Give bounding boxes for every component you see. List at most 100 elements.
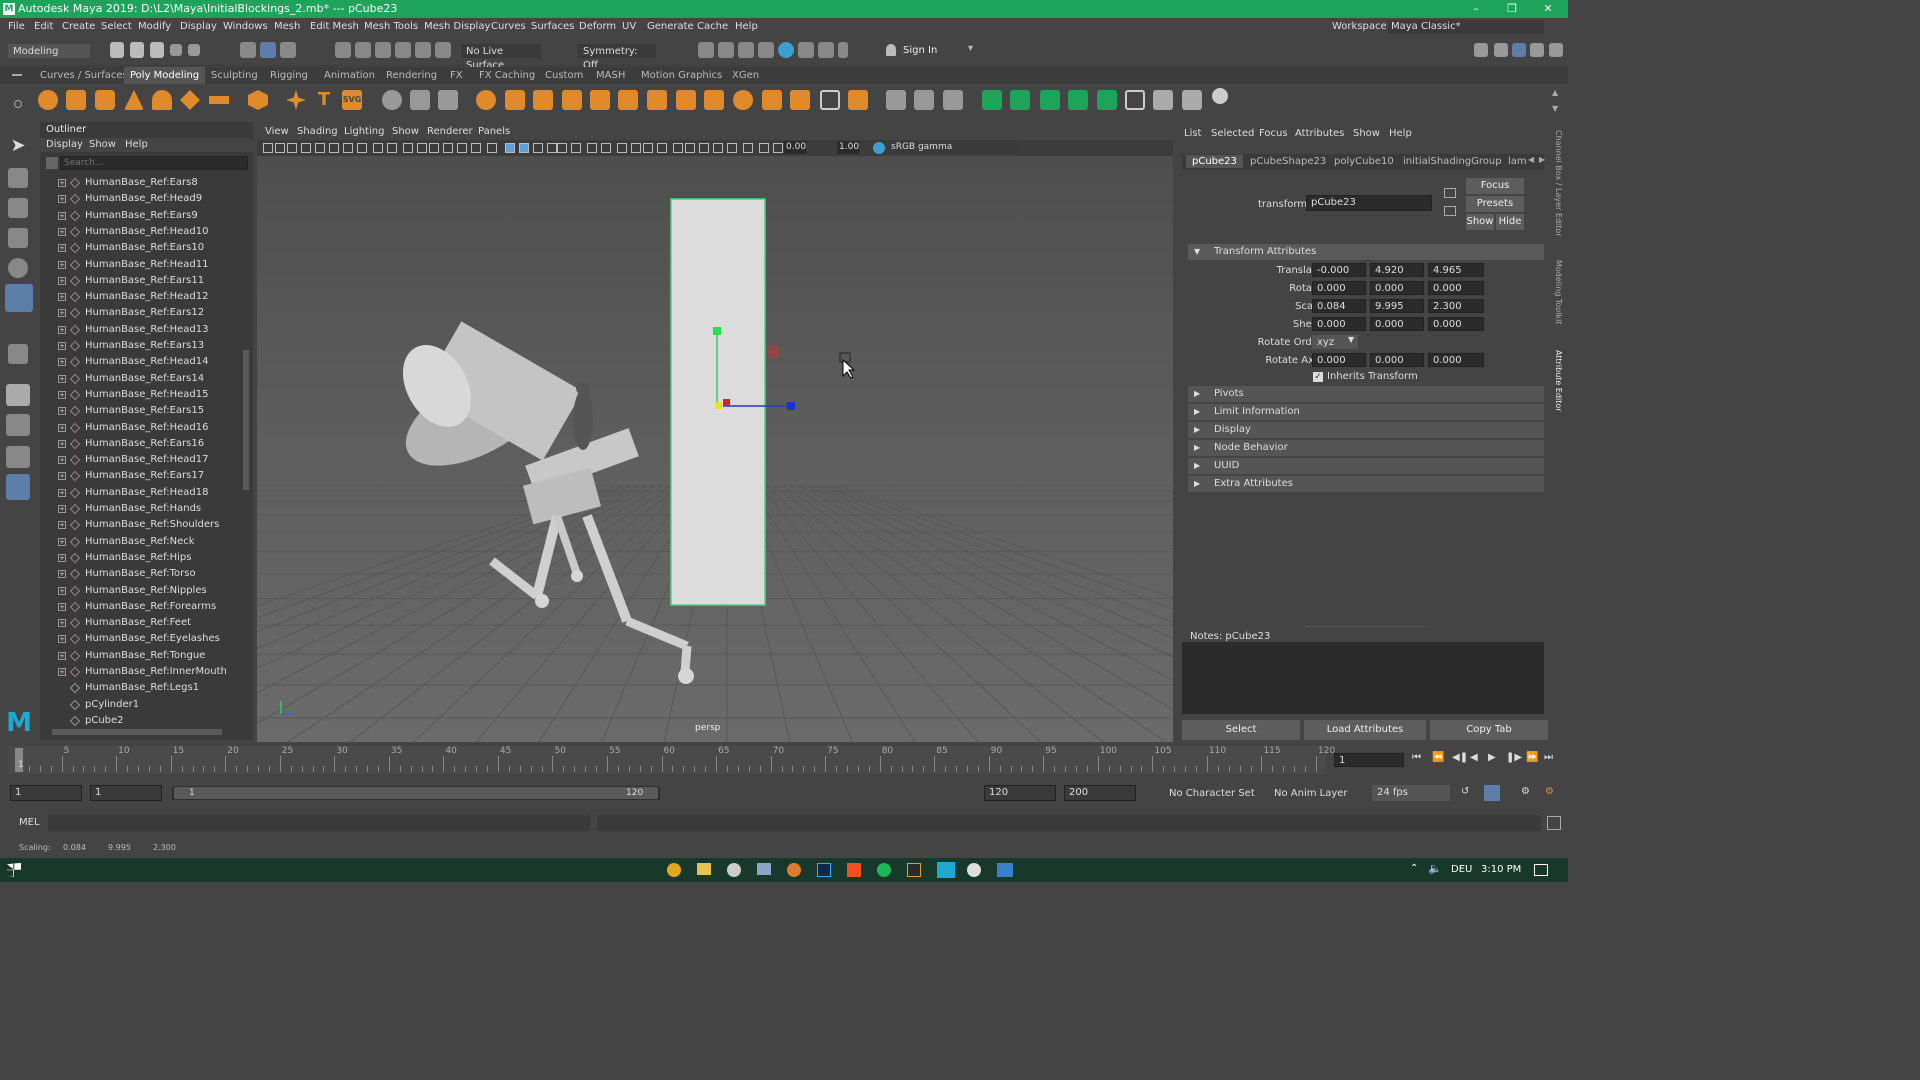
- davinci-icon[interactable]: [907, 863, 921, 877]
- transform-name-field[interactable]: pCube23: [1306, 195, 1432, 211]
- outliner-item[interactable]: + HumanBase_Ref:Tongue: [40, 648, 245, 664]
- viewport-toolbar-icon[interactable]: [315, 143, 325, 153]
- rotate-axis-y-field[interactable]: 0.000: [1370, 353, 1424, 367]
- menu-mesh[interactable]: Mesh: [274, 18, 300, 36]
- ae-go-to-output-icon[interactable]: [1444, 206, 1456, 216]
- photoshop-icon[interactable]: [817, 863, 831, 877]
- language-indicator[interactable]: DEU: [1451, 864, 1472, 875]
- step-forward-frame-icon[interactable]: ❚▶: [1506, 752, 1522, 763]
- loop-icon[interactable]: ↺: [1461, 786, 1469, 797]
- limit-information-section[interactable]: ▶ Limit Information: [1188, 404, 1544, 420]
- viewport-toolbar-icon[interactable]: [547, 143, 557, 153]
- bridge-icon[interactable]: [647, 90, 667, 110]
- outliner-item[interactable]: + HumanBase_Ref:Nipples: [40, 583, 245, 599]
- app-icon[interactable]: [757, 863, 771, 875]
- expand-icon[interactable]: +: [58, 179, 66, 187]
- viewport-toolbar-icon[interactable]: [519, 143, 529, 153]
- snap-point-icon[interactable]: [375, 42, 391, 58]
- outliner-item[interactable]: + HumanBase_Ref:Head9: [40, 191, 245, 207]
- viewport-toolbar-icon[interactable]: [373, 143, 383, 153]
- ae-tab-pcube23[interactable]: pCube23: [1186, 155, 1243, 168]
- merge-icon[interactable]: [762, 90, 782, 110]
- scale-z-field[interactable]: 2.300: [1428, 299, 1484, 313]
- anim-layer-dropdown[interactable]: No Anim Layer: [1274, 788, 1348, 799]
- ae-menu-selected[interactable]: Selected: [1211, 128, 1254, 139]
- outliner-item[interactable]: + HumanBase_Ref:Ears12: [40, 305, 245, 321]
- exposure-field[interactable]: 0.00: [784, 141, 806, 154]
- menu-curves[interactable]: Curves: [491, 18, 526, 36]
- viewport-toolbar-icon[interactable]: [743, 143, 753, 153]
- current-frame-field[interactable]: 1: [1334, 753, 1404, 767]
- menu-surfaces[interactable]: Surfaces: [531, 18, 574, 36]
- select-component-icon[interactable]: [280, 42, 296, 58]
- blender-icon[interactable]: [787, 863, 801, 877]
- show-button[interactable]: Show: [1466, 214, 1494, 230]
- playback-end-field[interactable]: 120: [984, 785, 1056, 801]
- symmetry-dropdown[interactable]: Symmetry: Off: [578, 44, 656, 71]
- expand-icon[interactable]: +: [58, 521, 66, 530]
- snap-vertex-icon[interactable]: [435, 42, 451, 58]
- outliner-item[interactable]: + HumanBase_Ref:Ears10: [40, 240, 245, 256]
- outliner-menu-display[interactable]: Display: [46, 139, 83, 150]
- menu-select[interactable]: Select: [101, 18, 132, 36]
- expand-icon[interactable]: +: [58, 602, 66, 611]
- rotate-tool-icon[interactable]: [8, 258, 28, 278]
- save-scene-icon[interactable]: [150, 42, 164, 58]
- poly-torus-icon[interactable]: [152, 90, 172, 110]
- outliner-item[interactable]: + HumanBase_Ref:Ears13: [40, 338, 245, 354]
- outliner-item[interactable]: + HumanBase_Ref:InnerMouth: [40, 664, 245, 680]
- rotate-z-field[interactable]: 0.000: [1428, 281, 1484, 295]
- viewport-toolbar-icon[interactable]: [617, 143, 627, 153]
- poly-cone-icon[interactable]: [124, 90, 144, 110]
- outliner-layout-icon[interactable]: [6, 474, 30, 500]
- smooth-icon[interactable]: [438, 90, 458, 110]
- viewport-toolbar-icon[interactable]: [685, 143, 695, 153]
- shelf-menu-icon[interactable]: [12, 74, 22, 76]
- presets-button[interactable]: Presets: [1466, 196, 1524, 212]
- outliner-item[interactable]: + HumanBase_Ref:Ears8: [40, 175, 245, 191]
- menu-display[interactable]: Display: [180, 18, 217, 36]
- layout-uv-icon[interactable]: [1125, 90, 1145, 110]
- expand-icon[interactable]: +: [58, 553, 66, 562]
- viewport-toolbar-icon[interactable]: [443, 143, 453, 153]
- snap-curve-icon[interactable]: [355, 42, 371, 58]
- start-time-field[interactable]: 1: [10, 785, 82, 801]
- expand-icon[interactable]: +: [58, 472, 66, 481]
- go-to-end-icon[interactable]: ⏭: [1544, 752, 1553, 763]
- combine-icon[interactable]: [382, 90, 402, 110]
- select-hierarchy-icon[interactable]: [240, 42, 256, 58]
- boolean-union-icon[interactable]: [476, 90, 496, 110]
- outliner-item[interactable]: + HumanBase_Ref:Ears9: [40, 208, 245, 224]
- outliner-item[interactable]: + HumanBase_Ref:Head11: [40, 257, 245, 273]
- viewport-toolbar-icon[interactable]: [457, 143, 467, 153]
- shelf-options-icon[interactable]: [14, 100, 22, 108]
- expand-icon[interactable]: +: [58, 390, 66, 399]
- shelf-tab-curves-surfaces[interactable]: Curves / Surfaces: [40, 67, 128, 84]
- auto-map-icon[interactable]: [1040, 90, 1060, 110]
- file-explorer-icon[interactable]: [697, 863, 711, 875]
- four-view-icon[interactable]: [6, 414, 30, 436]
- viewport-toolbar-icon[interactable]: [343, 143, 353, 153]
- side-tab-attribute-editor[interactable]: Attribute Editor: [1554, 350, 1563, 412]
- shear-x-field[interactable]: 0.000: [1312, 317, 1366, 331]
- render-icon[interactable]: [698, 42, 714, 58]
- expand-icon[interactable]: +: [58, 586, 66, 595]
- display-section[interactable]: ▶ Display: [1188, 422, 1544, 438]
- expand-icon[interactable]: +: [58, 488, 66, 497]
- viewport-toolbar-icon[interactable]: [643, 143, 653, 153]
- side-tab-modeling-toolkit[interactable]: Modeling Toolkit: [1554, 260, 1563, 324]
- go-to-start-icon[interactable]: ⏮: [1412, 752, 1421, 763]
- live-surface-field[interactable]: No Live Surface: [461, 44, 541, 71]
- outliner-item[interactable]: + HumanBase_Ref:Neck: [40, 534, 245, 550]
- menu-help[interactable]: Help: [735, 18, 758, 36]
- expand-icon[interactable]: +: [58, 244, 66, 253]
- cut-uv-icon[interactable]: [1182, 90, 1202, 110]
- expand-icon[interactable]: +: [58, 439, 66, 448]
- pivots-section[interactable]: ▶ Pivots: [1188, 386, 1544, 402]
- outliner-hscrollbar[interactable]: [40, 727, 240, 737]
- hide-button[interactable]: Hide: [1496, 214, 1524, 230]
- translate-x-field[interactable]: -0.000: [1312, 263, 1366, 277]
- ae-menu-focus[interactable]: Focus: [1259, 128, 1288, 139]
- poly-cylinder-icon[interactable]: [95, 90, 115, 110]
- shear-z-field[interactable]: 0.000: [1428, 317, 1484, 331]
